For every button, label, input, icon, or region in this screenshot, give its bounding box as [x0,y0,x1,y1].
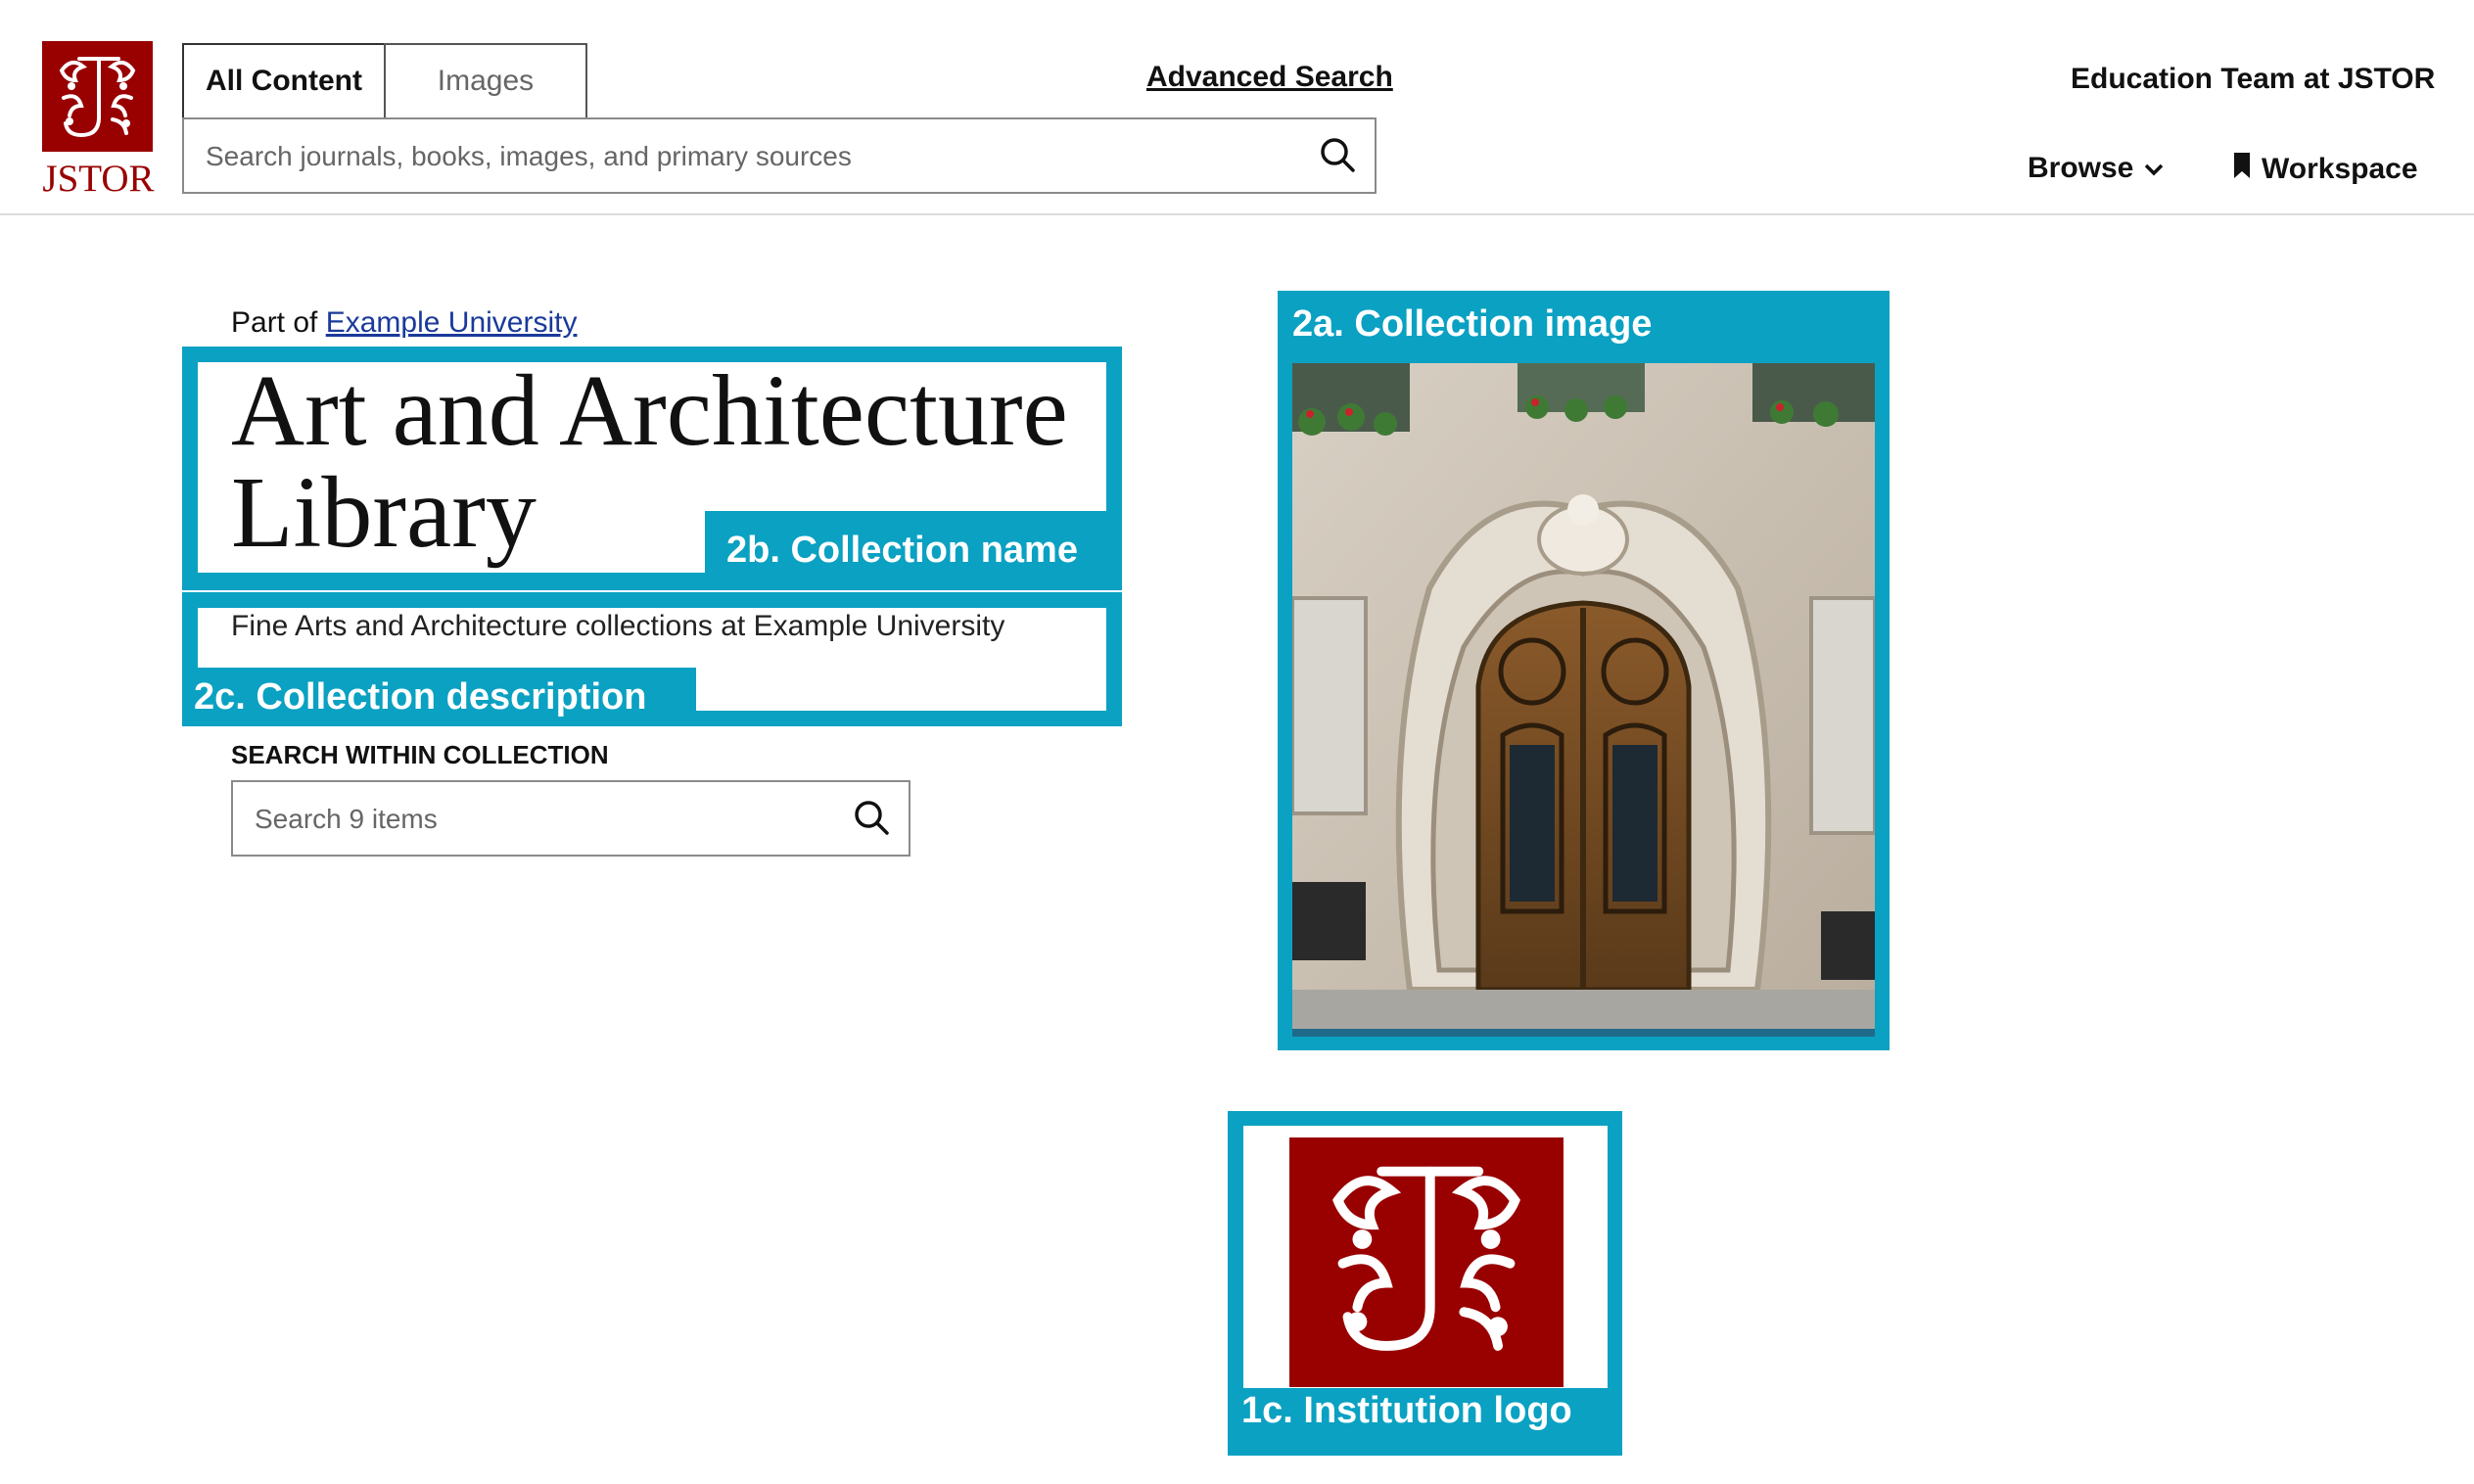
jstor-wordmark[interactable]: JSTOR [37,157,160,201]
tab-all-content[interactable]: All Content [182,43,386,119]
chevron-down-icon [2143,152,2165,185]
advanced-search-link[interactable]: Advanced Search [1146,61,1393,94]
search-within-label: SEARCH WITHIN COLLECTION [231,740,609,769]
collection-image [1292,363,1875,1037]
bookmark-icon [2232,152,2252,187]
jstor-j-glyph-icon [59,57,136,138]
user-account-name[interactable]: Education Team at JSTOR [2071,63,2435,96]
part-of-line: Part of Example University [231,306,577,340]
jstor-logo-mark[interactable] [42,41,153,152]
collection-name-annotation-tab: 2b. Collection name [705,511,1122,590]
part-of-prefix: Part of [231,306,318,339]
workspace-label: Workspace [2262,153,2418,185]
search-within-input[interactable] [253,782,805,857]
browse-menu[interactable]: Browse [2028,152,2165,185]
collection-description-annotation-label: 2c. Collection description [194,675,647,718]
jstor-j-glyph-icon [1332,1166,1520,1351]
search-within-box [231,780,910,857]
collection-description-annotation-tab: 2c. Collection description [182,668,696,726]
collection-title-line1: Art and Architecture [231,354,1068,467]
header-divider [0,213,2474,215]
collection-name-annotation-label: 2b. Collection name [726,530,1078,571]
main-search-box [182,117,1377,194]
collection-description: Fine Arts and Architecture collections a… [231,610,1005,642]
institution-link[interactable]: Example University [326,306,578,339]
browse-label: Browse [2028,152,2134,184]
collection-image-annotation-label: 2a. Collection image [1292,303,1653,345]
workspace-link[interactable]: Workspace [2232,152,2418,187]
main-search-input[interactable] [204,119,1284,194]
search-icon[interactable] [1318,135,1357,179]
institution-logo-annotation-label: 1c. Institution logo [1241,1390,1572,1431]
search-icon[interactable] [852,798,891,842]
tab-images[interactable]: Images [384,43,587,119]
institution-logo [1289,1137,1564,1387]
